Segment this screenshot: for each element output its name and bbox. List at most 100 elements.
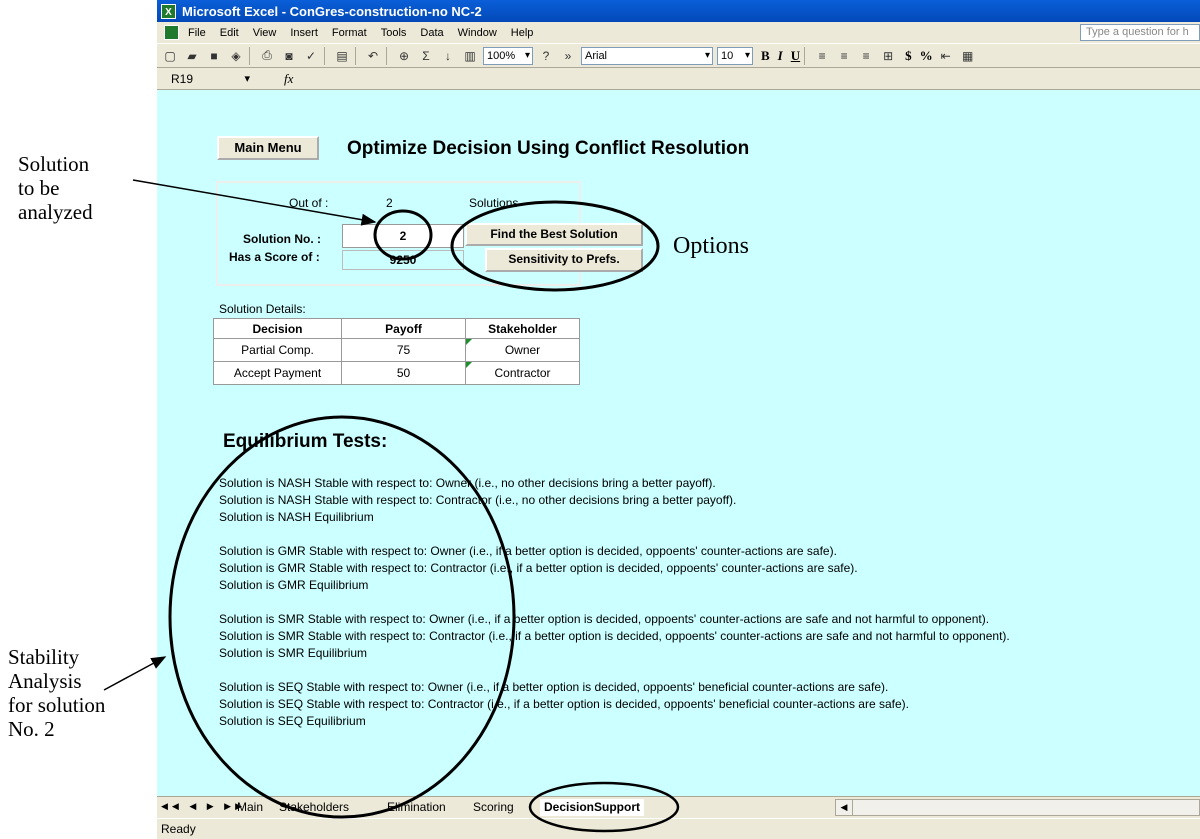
italic-button[interactable]: I <box>778 48 783 64</box>
zoom-select[interactable]: 100% <box>483 46 533 65</box>
menu-insert[interactable]: Insert <box>290 27 318 39</box>
toolbar-options-icon[interactable]: » <box>559 47 577 65</box>
borders-icon[interactable]: ▦ <box>959 47 977 65</box>
header-stakeholder: Stakeholder <box>465 318 580 339</box>
status-bar: Ready <box>157 818 1200 839</box>
score-value: 9250 <box>342 250 464 270</box>
annotation-stability: Stability Analysis for solution No. 2 <box>8 645 105 741</box>
annotation-line: to be <box>18 176 60 200</box>
comment-flag-icon <box>466 362 472 368</box>
table-row: Accept Payment 50 Contractor <box>213 361 580 385</box>
eq-line: Solution is SMR Equilibrium <box>219 646 368 660</box>
sort-ascending-icon[interactable]: ↓ <box>439 47 457 65</box>
tab-stakeholders[interactable]: Stakeholders <box>275 799 353 816</box>
eq-line: Solution is GMR Equilibrium <box>219 578 369 592</box>
solutions-label: Solutions <box>469 196 519 210</box>
hyperlink-icon[interactable]: ⊕ <box>395 47 413 65</box>
align-right-icon[interactable]: ≡ <box>857 47 875 65</box>
autosum-icon[interactable]: Σ <box>417 47 435 65</box>
open-icon[interactable]: ▰ <box>183 47 201 65</box>
stakeholder-cell[interactable]: Contractor <box>465 361 580 385</box>
indent-icon[interactable]: ⇤ <box>937 47 955 65</box>
eq-line: Solution is SEQ Stable with respect to: … <box>219 697 909 711</box>
font-select[interactable]: Arial <box>581 46 713 65</box>
tab-main[interactable]: Main <box>233 799 267 816</box>
stakeholder-text: Contractor <box>494 366 551 380</box>
title-bar: X Microsoft Excel - ConGres-construction… <box>157 0 1200 22</box>
details-label: Solution Details: <box>219 302 306 316</box>
save-icon[interactable]: ■ <box>205 47 223 65</box>
solution-no-label: Solution No. : <box>243 232 321 246</box>
bold-button[interactable]: B <box>761 48 770 64</box>
ask-question-input[interactable]: Type a question for h <box>1080 24 1200 41</box>
eq-line: Solution is NASH Stable with respect to:… <box>219 476 716 490</box>
tab-scoring[interactable]: Scoring <box>469 799 518 816</box>
decision-cell[interactable]: Partial Comp. <box>213 338 342 362</box>
fx-icon[interactable]: fx <box>284 71 293 87</box>
merge-center-icon[interactable]: ⊞ <box>879 47 897 65</box>
menu-window[interactable]: Window <box>458 27 497 39</box>
print-icon[interactable]: ⎙ <box>258 47 276 65</box>
help-icon[interactable]: ? <box>537 47 555 65</box>
undo-icon[interactable]: ↶ <box>364 47 382 65</box>
menu-view[interactable]: View <box>253 27 277 39</box>
header-payoff: Payoff <box>341 318 466 339</box>
window-title: Microsoft Excel - ConGres-construction-n… <box>182 3 482 19</box>
annotation-line: Solution <box>18 152 90 176</box>
underline-button[interactable]: U <box>791 48 800 64</box>
menu-format[interactable]: Format <box>332 27 367 39</box>
currency-button[interactable]: $ <box>905 48 912 64</box>
horizontal-scrollbar[interactable]: ◀ <box>835 799 1200 816</box>
annotation-solution: Solution to be analyzed <box>18 152 93 224</box>
eq-line: Solution is NASH Stable with respect to:… <box>219 493 737 507</box>
equilibrium-heading: Equilibrium Tests: <box>223 431 388 452</box>
out-of-value: 2 <box>386 196 393 210</box>
annotation-line: Stability <box>8 645 80 669</box>
menu-data[interactable]: Data <box>420 27 443 39</box>
payoff-cell[interactable]: 50 <box>341 361 466 385</box>
eq-line: Solution is SEQ Stable with respect to: … <box>219 680 889 694</box>
percent-button[interactable]: % <box>920 48 933 64</box>
decision-cell[interactable]: Accept Payment <box>213 361 342 385</box>
solution-no-input[interactable]: 2 <box>342 224 464 248</box>
formula-bar: R19 fx <box>157 68 1200 90</box>
excel-window: X Microsoft Excel - ConGres-construction… <box>157 0 1200 839</box>
stakeholder-cell[interactable]: Owner <box>465 338 580 362</box>
main-menu-button[interactable]: Main Menu <box>217 136 319 160</box>
table-row: Partial Comp. 75 Owner <box>213 338 580 362</box>
tab-elimination[interactable]: Elimination <box>383 799 450 816</box>
menu-edit[interactable]: Edit <box>220 27 239 39</box>
solution-details-table: Decision Payoff Stakeholder Partial Comp… <box>213 318 580 385</box>
menu-file[interactable]: File <box>188 27 206 39</box>
out-of-label: Out of : <box>289 196 329 210</box>
spelling-icon[interactable]: ✓ <box>302 47 320 65</box>
separator <box>324 46 325 65</box>
font-size-select[interactable]: 10 <box>717 46 753 65</box>
tab-decisionsupport[interactable]: DecisionSupport <box>540 799 645 816</box>
menu-help[interactable]: Help <box>511 27 534 39</box>
permission-icon[interactable]: ◈ <box>227 47 245 65</box>
annotation-line: Analysis <box>8 669 82 693</box>
table-header-row: Decision Payoff Stakeholder <box>213 318 580 339</box>
align-center-icon[interactable]: ≡ <box>835 47 853 65</box>
align-left-icon[interactable]: ≡ <box>813 47 831 65</box>
scroll-left-icon[interactable]: ◀ <box>836 800 853 815</box>
eq-line: Solution is SMR Stable with respect to: … <box>219 629 1010 643</box>
workbook-icon[interactable] <box>164 25 179 40</box>
excel-icon: X <box>161 3 176 19</box>
print-preview-icon[interactable]: ◙ <box>280 47 298 65</box>
new-icon[interactable]: ▢ <box>161 47 179 65</box>
score-label: Has a Score of : <box>229 250 320 264</box>
payoff-cell[interactable]: 75 <box>341 338 466 362</box>
eq-line: Solution is SEQ Equilibrium <box>219 714 366 728</box>
separator <box>386 46 387 65</box>
chart-wizard-icon[interactable]: ▥ <box>461 47 479 65</box>
eq-line: Solution is NASH Equilibrium <box>219 510 374 524</box>
menu-tools[interactable]: Tools <box>381 27 407 39</box>
find-best-solution-button[interactable]: Find the Best Solution <box>465 223 643 246</box>
separator <box>355 46 356 65</box>
paste-icon[interactable]: ▤ <box>333 47 351 65</box>
sensitivity-button[interactable]: Sensitivity to Prefs. <box>485 248 643 272</box>
name-box[interactable]: R19 <box>159 70 254 88</box>
annotation-line: analyzed <box>18 200 93 224</box>
